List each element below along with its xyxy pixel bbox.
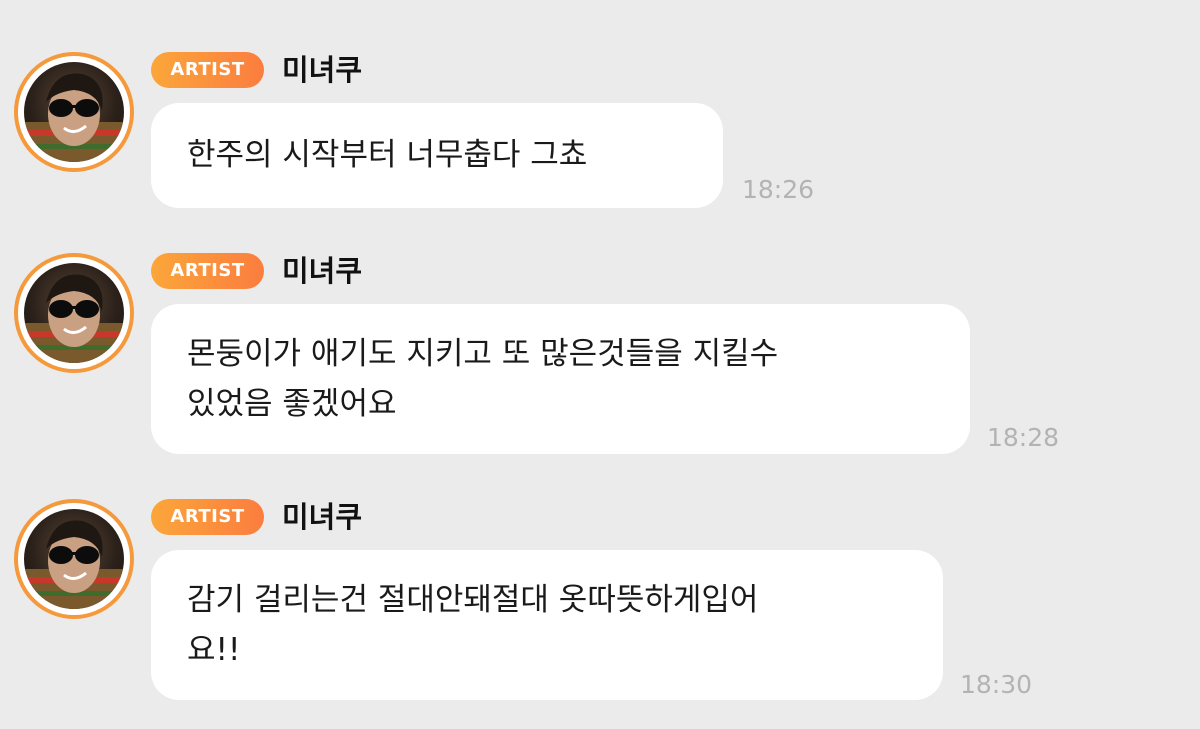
avatar[interactable] bbox=[14, 499, 134, 619]
message-bubble: 감기 걸리는건 절대안돼절대 옷따뜻하게입어 요!! bbox=[151, 550, 943, 700]
avatar-photo-icon bbox=[24, 62, 124, 162]
avatar-photo-icon bbox=[24, 263, 124, 363]
message-text-line: 몬둥이가 애기도 지키고 또 많은것들을 지킬수 bbox=[187, 336, 779, 372]
message-bubble: 한주의 시작부터 너무춥다 그쵸 bbox=[151, 103, 723, 208]
sender-name: 미녀쿠 bbox=[282, 254, 363, 288]
message-time: 18:30 bbox=[960, 670, 1033, 699]
avatar[interactable] bbox=[14, 253, 134, 373]
message-text-line: 있었음 좋겠어요 bbox=[187, 386, 397, 422]
sender-name: 미녀쿠 bbox=[282, 53, 363, 87]
artist-badge: ARTIST bbox=[151, 499, 264, 535]
message-bubble: 몬둥이가 애기도 지키고 또 많은것들을 지킬수 있었음 좋겠어요 bbox=[151, 304, 970, 454]
message-time: 18:28 bbox=[987, 423, 1060, 452]
sender-name: 미녀쿠 bbox=[282, 500, 363, 534]
artist-badge: ARTIST bbox=[151, 253, 264, 289]
avatar-photo-icon bbox=[24, 509, 124, 609]
avatar[interactable] bbox=[14, 52, 134, 172]
message-text-line: 요!! bbox=[187, 632, 241, 668]
message-time: 18:26 bbox=[742, 175, 815, 204]
message-text-line: 감기 걸리는건 절대안돼절대 옷따뜻하게입어 bbox=[187, 582, 759, 618]
message-text-line: 한주의 시작부터 너무춥다 그쵸 bbox=[187, 137, 588, 173]
artist-badge: ARTIST bbox=[151, 52, 264, 88]
